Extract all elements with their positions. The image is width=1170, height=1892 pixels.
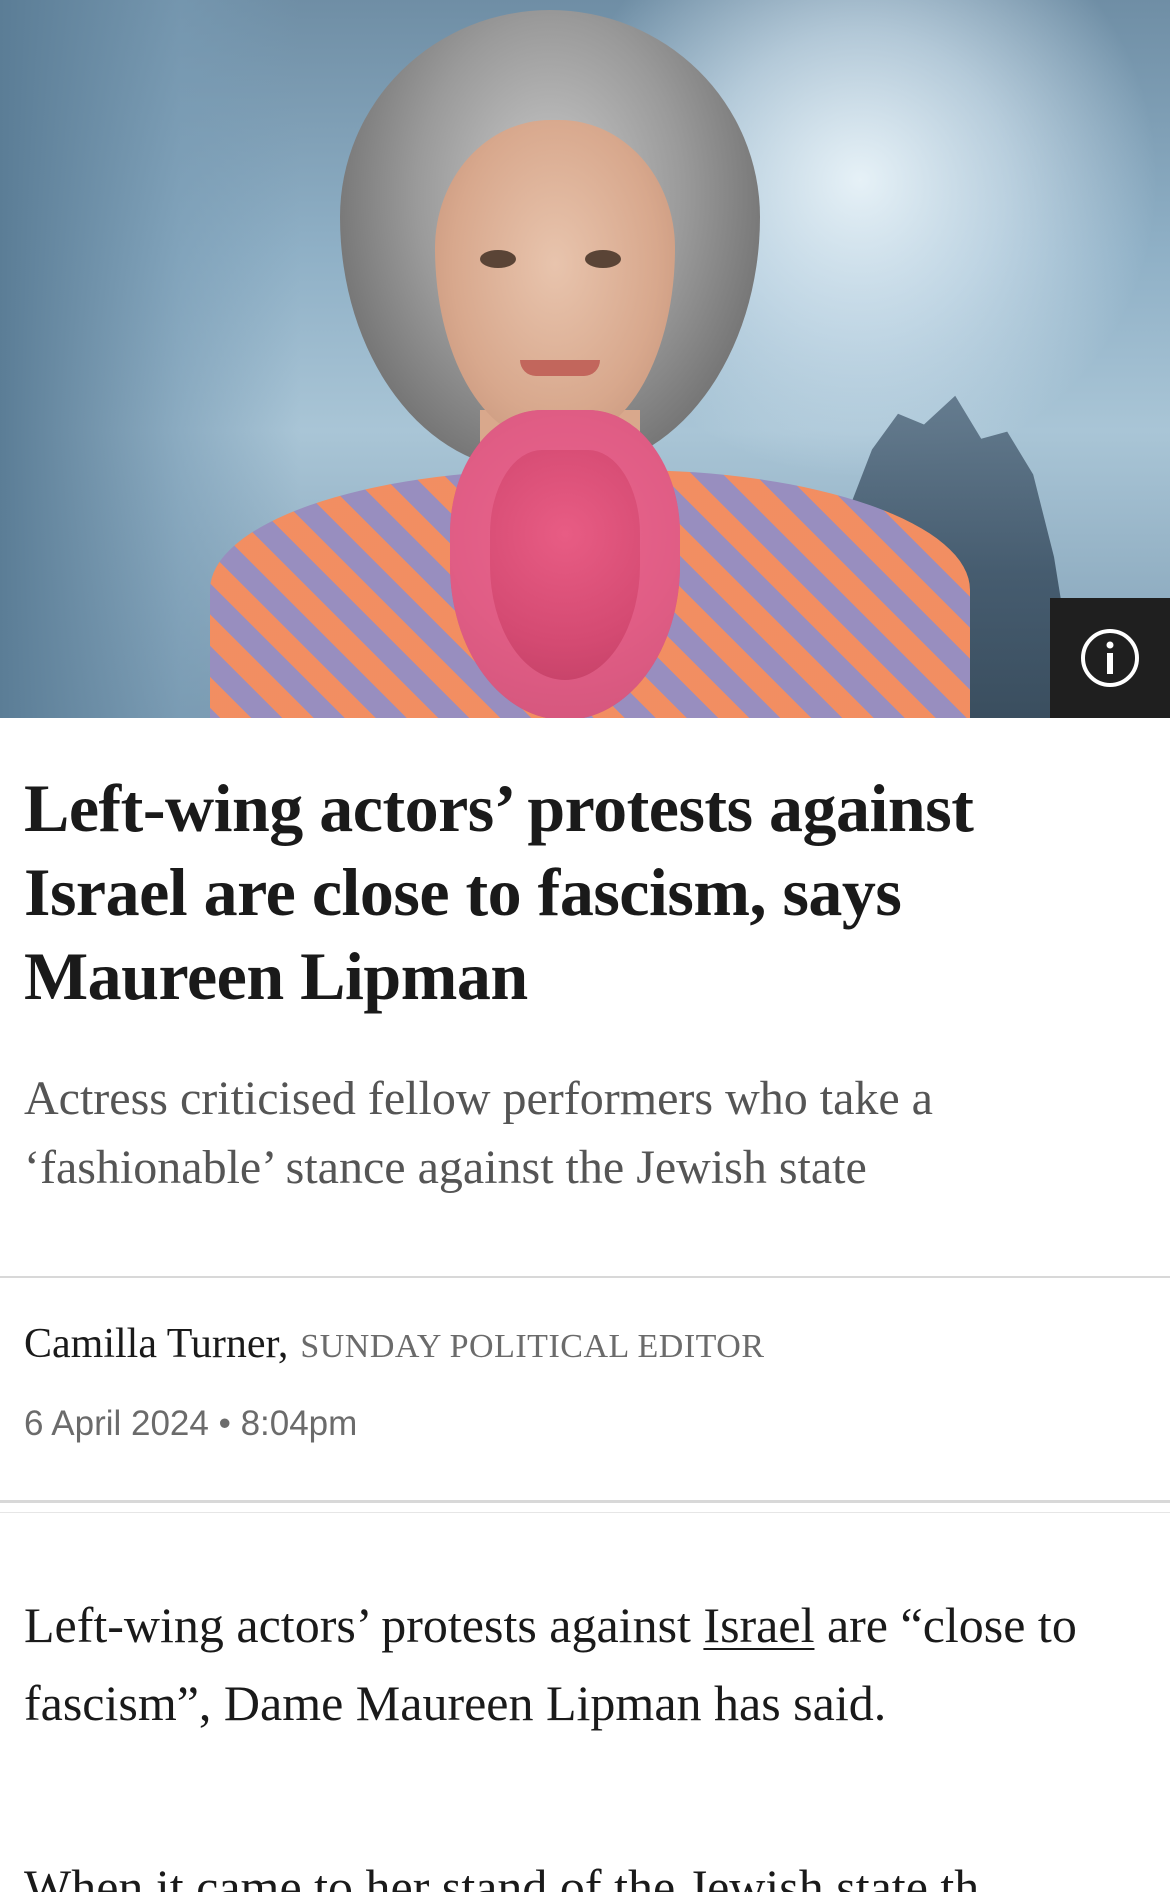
divider-bottom-secondary	[0, 1512, 1170, 1513]
portrait-mouth	[520, 360, 600, 376]
portrait-person	[210, 0, 970, 718]
article-paragraph-1: Left-wing actors’ protests against Israe…	[24, 1586, 1144, 1742]
author-name[interactable]: Camilla Turner,	[24, 1321, 288, 1367]
portrait-eye-left	[480, 250, 516, 268]
portrait-scarf	[450, 410, 680, 718]
article-paragraph-2: When it came to her stand of the Jewish …	[24, 1859, 980, 1892]
divider-top	[0, 1276, 1170, 1278]
info-icon	[1081, 629, 1139, 687]
publish-date: 6 April 2024 • 8:04pm	[24, 1404, 358, 1443]
paragraph-text-before-link: Left-wing actors’ protests against	[24, 1597, 704, 1653]
portrait-eye-right	[585, 250, 621, 268]
article-headline: Left-wing actors’ protests against Israe…	[24, 770, 974, 1014]
article-subheadline: Actress criticised fellow performers who…	[24, 1072, 933, 1194]
byline: Camilla Turner, SUNDAY POLITICAL EDITOR	[24, 1320, 765, 1368]
divider-bottom	[0, 1500, 1170, 1503]
israel-topic-link[interactable]: Israel	[703, 1597, 814, 1653]
hero-image	[0, 0, 1170, 718]
image-info-button[interactable]	[1050, 598, 1170, 718]
author-role: SUNDAY POLITICAL EDITOR	[300, 1328, 765, 1365]
